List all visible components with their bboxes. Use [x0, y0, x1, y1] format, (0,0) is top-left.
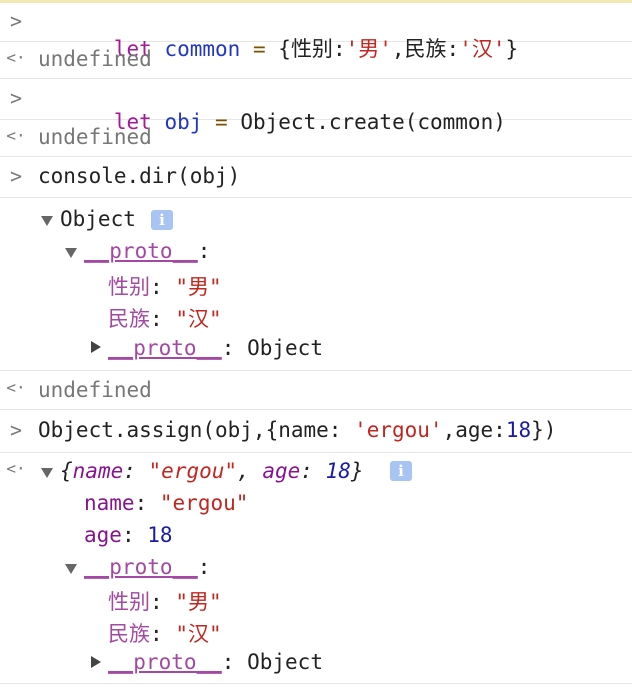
property-value: 18 [147, 523, 173, 547]
expand-triangle-icon[interactable] [65, 564, 77, 574]
proto-label: __proto__ [108, 650, 222, 674]
property-key: 性别 [108, 275, 150, 299]
output-prompt-icon: <· [6, 459, 26, 478]
collapse-triangle-icon[interactable] [91, 656, 101, 668]
property-key: 性别 [108, 590, 150, 614]
object-label[interactable]: Object [60, 207, 136, 231]
command-text[interactable]: Object.assign(obj,{name: 'ergou',age:18}… [38, 418, 556, 442]
property-row: age: 18 [84, 523, 173, 547]
colon: : [221, 336, 235, 360]
proto-type: Object [247, 336, 323, 360]
property-key: 民族 [108, 622, 150, 646]
string-value: 'ergou' [354, 418, 443, 442]
expression: Object.assign(obj,{name: [38, 418, 355, 442]
console-input-row[interactable]: > console.dir(obj) [0, 157, 632, 198]
colon: : [150, 275, 163, 299]
expand-triangle-icon[interactable] [41, 468, 53, 478]
property-value: "男" [175, 590, 222, 614]
property-row: name: "ergou" [84, 491, 248, 515]
preview-key: name [72, 459, 124, 483]
expand-triangle-icon[interactable] [65, 248, 77, 258]
console-input-row[interactable]: > Object.assign(obj,{name: 'ergou',age:1… [0, 410, 632, 453]
colon: : [150, 307, 163, 331]
proto-label: __proto__ [84, 239, 198, 263]
console-output-row: <· undefined [0, 371, 632, 410]
proto-label: __proto__ [108, 336, 222, 360]
colon: : [121, 523, 135, 547]
property-key: age [84, 523, 122, 547]
output-value: undefined [38, 125, 152, 149]
collapse-triangle-icon[interactable] [91, 341, 101, 353]
comma: , [237, 459, 263, 483]
console-input-row[interactable]: > let common = {性别:'男',民族:'汉'} [0, 3, 632, 61]
devtools-console: > let common = {性别:'男',民族:'汉'} <· undefi… [0, 0, 632, 690]
info-icon[interactable]: i [151, 210, 173, 230]
expand-triangle-icon[interactable] [41, 216, 53, 226]
colon: : [123, 459, 149, 483]
property-row: 性别: "男" [108, 586, 222, 616]
proto-entry[interactable]: __proto__: [84, 555, 210, 579]
colon: : [197, 555, 211, 579]
console-output-row: <· undefined [0, 42, 632, 79]
output-value: undefined [38, 378, 152, 402]
input-prompt-icon: > [9, 164, 23, 188]
property-key: name [84, 491, 135, 515]
object-preview[interactable]: {name: "ergou", age: 18} [60, 459, 364, 483]
proto-type: Object [247, 650, 323, 674]
number-value: 18 [505, 418, 532, 442]
proto-entry[interactable]: __proto__: Object [108, 650, 323, 674]
colon: : [134, 491, 148, 515]
colon: : [150, 622, 163, 646]
property-row: 民族: "汉" [108, 303, 222, 333]
property-key: 民族 [108, 307, 150, 331]
property-value: "汉" [175, 622, 222, 646]
expression: ,age: [442, 418, 506, 442]
colon: : [197, 239, 211, 263]
property-value: "男" [175, 275, 222, 299]
console-output-row: <· undefined [0, 120, 632, 157]
console-dir-output: Object i __proto__: 性别: "男" 民族: "汉" __pr… [0, 198, 632, 371]
proto-entry[interactable]: __proto__: [84, 239, 210, 263]
proto-entry[interactable]: __proto__: Object [108, 336, 323, 360]
input-prompt-icon: > [9, 418, 23, 442]
console-input-row[interactable]: > let obj = Object.create(common) [0, 79, 632, 134]
property-value: "汉" [175, 307, 222, 331]
output-prompt-icon: <· [6, 48, 26, 67]
brace: { [60, 459, 73, 483]
input-prompt-icon: > [9, 9, 23, 33]
colon: : [150, 590, 163, 614]
command-text[interactable]: console.dir(obj) [38, 164, 240, 188]
output-prompt-icon: <· [6, 126, 26, 145]
colon: : [221, 650, 235, 674]
output-value: undefined [38, 47, 152, 71]
output-prompt-icon: <· [6, 378, 26, 397]
preview-key: age [262, 459, 301, 483]
info-icon[interactable]: i [390, 461, 412, 481]
brace: } [350, 459, 364, 483]
property-row: 民族: "汉" [108, 618, 222, 648]
console-result-output: <· {name: "ergou", age: 18} i name: "erg… [0, 453, 632, 684]
input-prompt-icon: > [9, 86, 23, 110]
preview-value: 18 [325, 459, 351, 483]
property-value: "ergou" [159, 491, 249, 515]
colon: : [300, 459, 326, 483]
expression: }) [531, 418, 557, 442]
proto-label: __proto__ [84, 555, 198, 579]
preview-value: "ergou" [148, 459, 238, 483]
property-row: 性别: "男" [108, 271, 222, 301]
